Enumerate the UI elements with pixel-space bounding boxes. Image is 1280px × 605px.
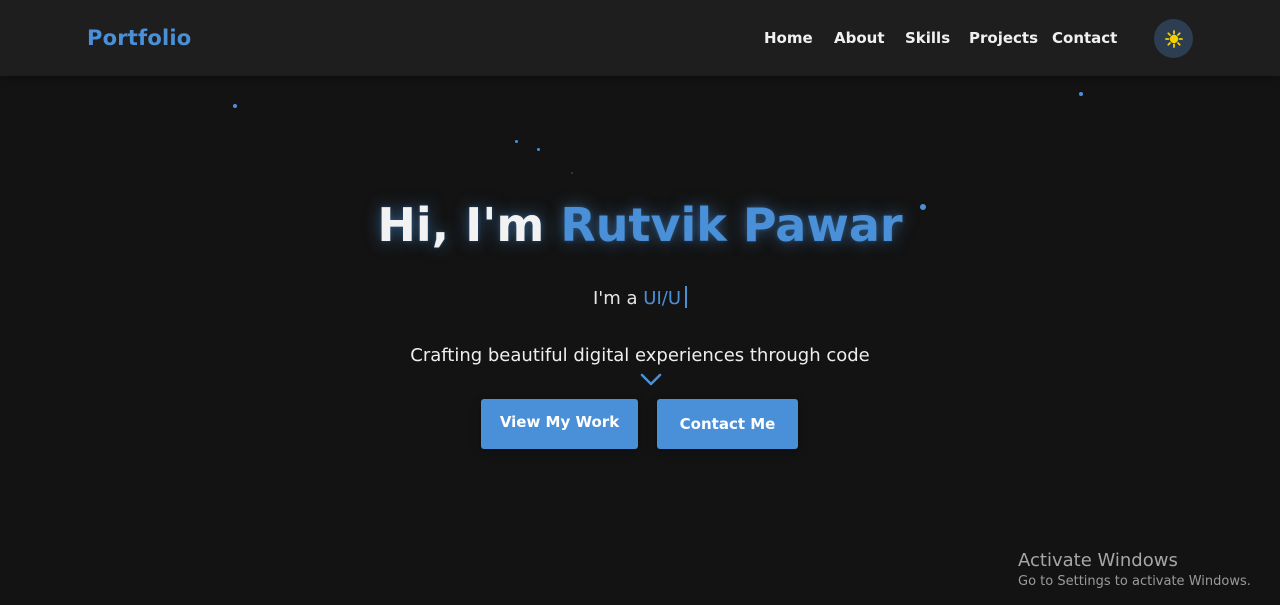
theme-toggle-button[interactable] (1154, 19, 1193, 58)
particle (233, 104, 237, 108)
typing-prefix: I'm a (593, 288, 644, 309)
particle (515, 140, 518, 143)
chevron-down-icon[interactable] (640, 373, 662, 387)
view-work-button[interactable]: View My Work (481, 399, 638, 449)
hero-title: Hi, I'm Rutvik Pawar (0, 198, 1280, 252)
hero-name: Rutvik Pawar (560, 198, 903, 252)
typing-caret (685, 286, 687, 308)
nav-links: Home About Skills Projects Contact (0, 29, 1280, 49)
typing-line: I'm a UI/U (0, 286, 1280, 309)
tagline: Crafting beautiful digital experiences t… (410, 345, 870, 366)
sun-icon (1164, 29, 1183, 48)
nav-link-about[interactable]: About (834, 29, 885, 47)
watermark-subtitle: Go to Settings to activate Windows. (1018, 574, 1251, 589)
particle (571, 172, 573, 174)
nav-link-skills[interactable]: Skills (905, 29, 950, 47)
nav-link-contact[interactable]: Contact (1052, 29, 1117, 47)
windows-activation-watermark: Activate Windows Go to Settings to activ… (1018, 550, 1251, 589)
greeting: Hi, I'm (377, 198, 561, 252)
nav-link-home[interactable]: Home (764, 29, 813, 47)
particle (1079, 92, 1083, 96)
watermark-title: Activate Windows (1018, 550, 1178, 571)
navbar: Portfolio Home About Skills Projects Con… (0, 0, 1280, 76)
typed-text: UI/U (643, 288, 681, 309)
contact-me-button[interactable]: Contact Me (657, 399, 798, 449)
nav-link-projects[interactable]: Projects (969, 29, 1038, 47)
particle (537, 148, 540, 151)
